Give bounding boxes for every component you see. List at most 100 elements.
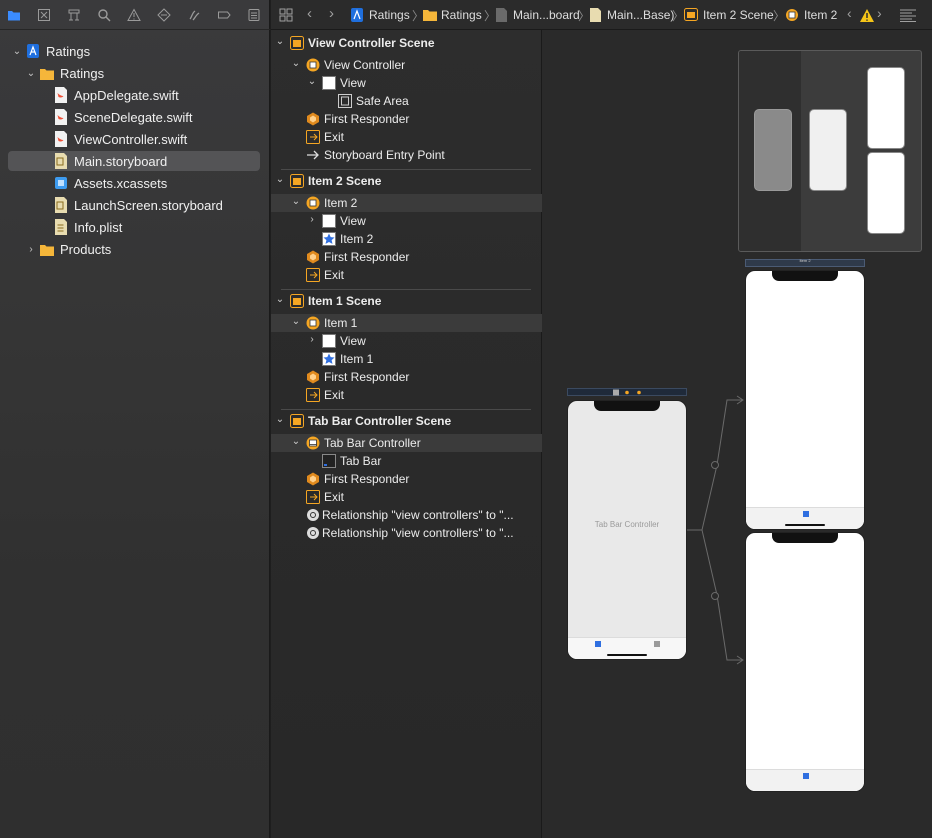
breadcrumb-item[interactable]: Item 2 <box>804 8 837 22</box>
outline-item-view-controller[interactable]: ⌄ View Controller <box>271 56 542 74</box>
test-navigator-icon[interactable] <box>156 7 172 23</box>
breadcrumb-separator-icon: 〉 <box>578 9 591 23</box>
view-icon <box>322 214 336 228</box>
outline-item-first-responder[interactable]: First Responder <box>271 248 542 266</box>
tab-bar <box>746 769 864 791</box>
symbol-navigator-icon[interactable] <box>66 7 82 23</box>
source-control-icon[interactable] <box>36 7 52 23</box>
outline-item-first-responder[interactable]: First Responder <box>271 470 542 488</box>
outline-scene-item-2[interactable]: ⌄ Item 2 Scene <box>271 172 542 190</box>
chevron-down-icon[interactable]: ⌄ <box>291 316 301 327</box>
forward-arrow-icon[interactable]: › <box>329 5 334 22</box>
device-notch <box>772 533 838 543</box>
tree-item-label: Main.storyboard <box>74 153 168 169</box>
outline-item-tab-bar-controller[interactable]: ⌄ Tab Bar Controller <box>271 434 542 452</box>
outline-item-safe-area[interactable]: Safe Area <box>271 92 542 110</box>
breadcrumb-project[interactable]: Ratings <box>369 8 410 22</box>
scene-dock-item-2[interactable]: Item 2 <box>745 258 865 267</box>
view-controller-icon <box>306 58 320 72</box>
outline-item-entry-point[interactable]: Storyboard Entry Point <box>271 146 542 164</box>
outline-label: Safe Area <box>356 94 409 108</box>
tree-item-project[interactable]: ⌄ Ratings <box>8 41 260 61</box>
chevron-down-icon[interactable]: ⌄ <box>307 76 317 87</box>
item-1-scene[interactable] <box>745 532 865 792</box>
chevron-right-icon[interactable]: › <box>307 214 317 225</box>
chevron-down-icon[interactable]: ⌄ <box>291 196 301 207</box>
tree-item-file-selected[interactable]: Main.storyboard <box>8 151 260 171</box>
tab-bar-controller-placeholder: Tab Bar Controller <box>594 520 660 529</box>
outline-item-tab-bar[interactable]: Tab Bar <box>271 452 542 470</box>
tree-item-file[interactable]: LaunchScreen.storyboard <box>8 195 260 215</box>
related-items-icon[interactable] <box>279 8 293 25</box>
outline-item-item-1[interactable]: ⌄ Item 1 <box>271 314 542 332</box>
tab-bar-controller-scene[interactable]: Tab Bar Controller <box>567 400 687 660</box>
outline-scene-item-1[interactable]: ⌄ Item 1 Scene <box>271 292 542 310</box>
outline-label: First Responder <box>324 472 410 486</box>
breakpoint-navigator-icon[interactable] <box>216 7 232 23</box>
storyboard-canvas[interactable]: Tab Bar Controller Item 2 <box>542 30 932 838</box>
tree-item-group[interactable]: ⌄ Ratings <box>8 63 260 83</box>
outline-item-tab-bar-item[interactable]: Item 2 <box>271 230 542 248</box>
next-issue-icon[interactable]: › <box>877 5 882 21</box>
tree-item-group[interactable]: › Products <box>8 239 260 259</box>
swift-file-icon <box>55 87 67 103</box>
outline-scene-view-controller[interactable]: ⌄ View Controller Scene <box>271 34 542 52</box>
issue-navigator-icon[interactable] <box>126 7 142 23</box>
folder-icon <box>40 245 54 256</box>
outline-item-relationship[interactable]: Relationship "view controllers" to "... <box>271 506 542 524</box>
navigator-toolbar <box>0 0 270 30</box>
chevron-right-icon[interactable]: › <box>307 334 317 345</box>
chevron-down-icon[interactable]: ⌄ <box>291 58 301 69</box>
tree-item-file[interactable]: Assets.xcassets <box>8 173 260 193</box>
back-arrow-icon[interactable]: ‹ <box>307 5 312 22</box>
first-responder-icon <box>307 370 319 384</box>
outline-item-view[interactable]: ⌄ View <box>271 74 542 92</box>
chevron-down-icon[interactable]: ⌄ <box>275 414 285 425</box>
outline-item-first-responder[interactable]: First Responder <box>271 368 542 386</box>
outline-label: Exit <box>324 268 345 282</box>
breadcrumb-file[interactable]: Main...board <box>513 8 580 22</box>
chevron-down-icon[interactable]: ⌄ <box>291 436 301 447</box>
project-navigator-folder-icon[interactable] <box>6 7 22 23</box>
exit-icon <box>306 490 320 504</box>
previous-issue-icon[interactable]: ‹ <box>847 5 852 21</box>
warning-icon[interactable] <box>860 9 874 22</box>
outline-item-tab-bar-item[interactable]: Item 1 <box>271 350 542 368</box>
debug-navigator-icon[interactable] <box>186 7 202 23</box>
outline-item-relationship[interactable]: Relationship "view controllers" to "... <box>271 524 542 542</box>
outline-item-exit[interactable]: Exit <box>271 386 542 404</box>
chevron-down-icon[interactable]: ⌄ <box>275 294 285 305</box>
outline-item-first-responder[interactable]: First Responder <box>271 110 542 128</box>
chevron-down-icon[interactable]: ⌄ <box>275 36 285 47</box>
home-indicator <box>607 654 647 656</box>
editor-options-icon[interactable] <box>899 8 917 25</box>
outline-label: Exit <box>324 388 345 402</box>
tree-item-file[interactable]: AppDelegate.swift <box>8 85 260 105</box>
chevron-right-icon[interactable]: › <box>26 244 36 255</box>
view-controller-icon <box>306 316 320 330</box>
outline-separator <box>281 289 531 290</box>
scene-dock-tab-bar-controller[interactable] <box>567 388 687 396</box>
outline-item-exit[interactable]: Exit <box>271 128 542 146</box>
outline-item-item-2-selected[interactable]: ⌄ Item 2 <box>271 194 542 212</box>
breadcrumb-group[interactable]: Ratings <box>441 8 482 22</box>
breadcrumb-scene[interactable]: Item 2 Scene <box>703 8 774 22</box>
chevron-down-icon[interactable]: ⌄ <box>275 174 285 185</box>
outline-item-view[interactable]: › View <box>271 212 542 230</box>
chevron-down-icon[interactable]: ⌄ <box>12 46 22 57</box>
outline-item-view[interactable]: › View <box>271 332 542 350</box>
find-navigator-icon[interactable] <box>96 7 112 23</box>
scene-icon <box>290 36 304 50</box>
report-navigator-icon[interactable] <box>246 7 262 23</box>
chevron-down-icon[interactable]: ⌄ <box>26 68 36 79</box>
tree-item-file[interactable]: ViewController.swift <box>8 129 260 149</box>
breadcrumb-localization[interactable]: Main...Base) <box>607 8 674 22</box>
tree-item-file[interactable]: SceneDelegate.swift <box>8 107 260 127</box>
tree-item-file[interactable]: Info.plist <box>8 217 260 237</box>
first-responder-icon <box>307 112 319 126</box>
item-2-scene[interactable] <box>745 270 865 530</box>
outline-scene-tab-bar-controller[interactable]: ⌄ Tab Bar Controller Scene <box>271 412 542 430</box>
outline-item-exit[interactable]: Exit <box>271 488 542 506</box>
outline-item-exit[interactable]: Exit <box>271 266 542 284</box>
home-indicator <box>785 524 825 526</box>
